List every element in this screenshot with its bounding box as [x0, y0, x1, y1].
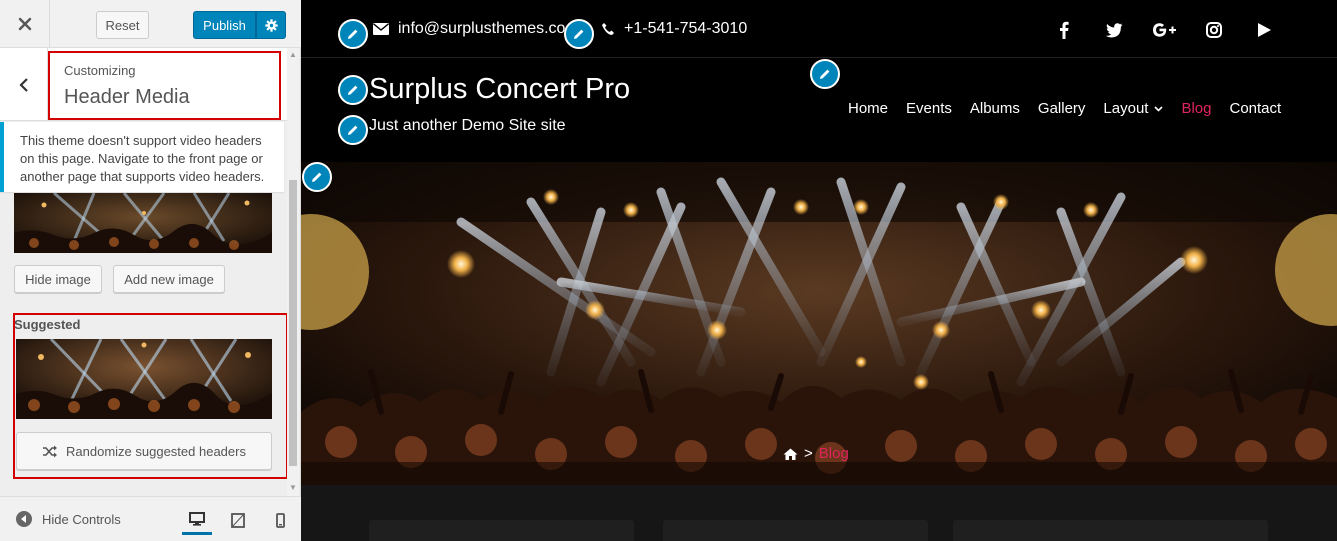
- edit-shortcut-email[interactable]: [338, 19, 368, 49]
- nav-events[interactable]: Events: [906, 100, 952, 117]
- chevron-down-icon: [1154, 105, 1164, 112]
- preview-tablet-button[interactable]: [223, 505, 253, 535]
- collapse-arrow-icon: [16, 511, 32, 527]
- phone-icon: [602, 23, 614, 35]
- tablet-icon: [231, 512, 245, 528]
- nav-layout-label: Layout: [1103, 100, 1149, 117]
- play-icon: [1258, 23, 1271, 37]
- customizer-scroll-area[interactable]: Customizing Header Media This theme does…: [0, 48, 301, 496]
- edit-shortcut-phone[interactable]: [564, 19, 594, 49]
- customizer-header: Reset Publish: [0, 0, 301, 48]
- nav-layout[interactable]: Layout: [1103, 100, 1164, 117]
- google-plus-icon: [1153, 23, 1176, 37]
- instagram-link[interactable]: [1189, 19, 1239, 41]
- google-plus-link[interactable]: [1139, 19, 1189, 41]
- close-customizer-button[interactable]: [0, 0, 50, 48]
- top-bar: info@surplusthemes.co +1-541-754-3010: [301, 0, 1337, 58]
- pencil-icon: [820, 69, 830, 79]
- close-icon: [18, 17, 31, 31]
- nav-blog[interactable]: Blog: [1181, 100, 1211, 117]
- customizer-footer: Hide Controls: [0, 496, 301, 541]
- panel-scrollbar[interactable]: ▲ ▼: [287, 48, 299, 496]
- pencil-icon: [348, 85, 358, 95]
- scroll-down-arrow[interactable]: ▼: [289, 484, 297, 492]
- preview-mobile-button[interactable]: [265, 505, 295, 535]
- youtube-link[interactable]: [1239, 19, 1289, 41]
- edit-shortcut-header-media[interactable]: [302, 162, 332, 192]
- content-area: [301, 485, 1337, 541]
- nav-home[interactable]: Home: [848, 100, 888, 117]
- facebook-icon: [1060, 21, 1069, 39]
- scroll-thumb[interactable]: [289, 180, 297, 466]
- edit-shortcut-site-title[interactable]: [338, 75, 368, 105]
- publish-button[interactable]: Publish: [193, 11, 256, 39]
- phone-text: +1-541-754-3010: [624, 20, 748, 37]
- scroll-up-arrow[interactable]: ▲: [289, 51, 297, 59]
- hide-controls-label: Hide Controls: [42, 511, 121, 527]
- contact-phone[interactable]: +1-541-754-3010: [601, 20, 747, 38]
- site-tagline: Just another Demo Site site: [369, 117, 566, 134]
- desktop-icon: [189, 511, 205, 526]
- nav-albums[interactable]: Albums: [970, 100, 1020, 117]
- add-new-image-button[interactable]: Add new image: [113, 265, 225, 293]
- site-preview: info@surplusthemes.co +1-541-754-3010 Su…: [301, 0, 1337, 541]
- instagram-icon: [1206, 22, 1222, 38]
- home-icon[interactable]: [783, 448, 798, 460]
- main-navigation: Home Events Albums Gallery Layout Blog C…: [848, 100, 1281, 117]
- gear-icon: [264, 18, 278, 32]
- breadcrumb-current: Blog: [818, 445, 849, 462]
- header-media-image: > Blog: [301, 162, 1337, 485]
- current-header-image: [14, 193, 272, 253]
- pencil-icon: [348, 29, 358, 39]
- twitter-link[interactable]: [1089, 19, 1139, 41]
- customizer-panel: Reset Publish Customizing Header Media T…: [0, 0, 301, 541]
- pencil-icon: [348, 125, 358, 135]
- highlight-box: [48, 51, 281, 120]
- nav-contact[interactable]: Contact: [1230, 100, 1282, 117]
- breadcrumb-separator: >: [804, 445, 813, 462]
- highlight-box: [13, 313, 288, 479]
- mobile-icon: [275, 512, 285, 528]
- post-card[interactable]: [953, 520, 1268, 541]
- video-header-notice: This theme doesn't support video headers…: [0, 122, 284, 192]
- hide-image-button[interactable]: Hide image: [14, 265, 102, 293]
- social-links: [1039, 19, 1289, 41]
- post-card[interactable]: [369, 520, 634, 541]
- pencil-icon: [312, 172, 322, 182]
- preview-desktop-button[interactable]: [182, 505, 212, 535]
- facebook-link[interactable]: [1039, 19, 1089, 41]
- chevron-left-icon: [18, 77, 28, 92]
- contact-email[interactable]: info@surplusthemes.co: [373, 20, 565, 38]
- site-title[interactable]: Surplus Concert Pro: [369, 73, 630, 106]
- hide-controls-button[interactable]: Hide Controls: [16, 511, 121, 527]
- email-text: info@surplusthemes.co: [398, 20, 566, 37]
- edit-shortcut-tagline[interactable]: [338, 115, 368, 145]
- edit-shortcut-menu[interactable]: [810, 59, 840, 89]
- twitter-icon: [1105, 22, 1123, 37]
- envelope-icon: [373, 23, 389, 35]
- reset-button[interactable]: Reset: [96, 11, 149, 39]
- breadcrumb: > Blog: [783, 445, 849, 462]
- pencil-icon: [574, 29, 584, 39]
- back-button[interactable]: [0, 48, 48, 121]
- post-card[interactable]: [663, 520, 928, 541]
- nav-gallery[interactable]: Gallery: [1038, 100, 1086, 117]
- publish-settings-button[interactable]: [256, 11, 286, 39]
